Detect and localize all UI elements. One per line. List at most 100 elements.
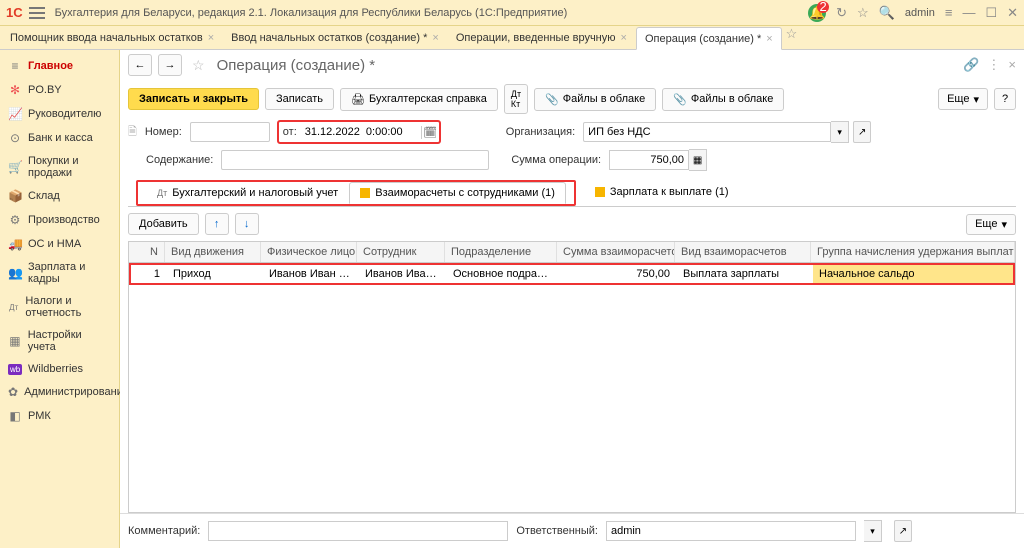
acct-ref-button[interactable]: 🖨 Бухгалтерская справка — [340, 88, 498, 111]
sidebar-item-label: Банк и касса — [28, 132, 93, 144]
col-type[interactable]: Вид взаиморасчетов — [675, 242, 811, 262]
content-input[interactable] — [221, 150, 489, 170]
help-button[interactable]: ? — [994, 88, 1016, 110]
user-label[interactable]: admin — [905, 7, 935, 19]
calendar-icon[interactable]: 🗓 — [421, 126, 439, 139]
sidebar-item-rmk[interactable]: ◧РМК — [0, 404, 119, 428]
sidebar-item-salary[interactable]: 👥Зарплата и кадры — [0, 256, 119, 290]
print-icon: 🖨 — [351, 93, 365, 106]
settings-icon[interactable]: ≡ — [945, 5, 953, 20]
cell-group[interactable]: Начальное сальдо — [813, 265, 1013, 283]
star-icon[interactable]: ☆ — [192, 57, 205, 74]
favorite-icon[interactable]: ☆ — [786, 26, 798, 49]
date-input[interactable] — [301, 123, 421, 141]
sidebar-item-bank[interactable]: ⊙Банк и касса — [0, 126, 119, 150]
history-icon[interactable]: ↻ — [836, 5, 847, 21]
search-icon[interactable]: 🔍 — [879, 5, 895, 21]
link-icon[interactable]: 🔗 — [963, 57, 979, 73]
minimize-icon[interactable]: — — [962, 5, 975, 20]
tab-close-icon[interactable]: × — [432, 32, 438, 44]
sidebar-item-poby[interactable]: ✻PO.BY — [0, 78, 119, 102]
sidebar-item-label: Склад — [28, 190, 60, 202]
bell-icon[interactable]: 🔔2 — [808, 4, 826, 22]
sidebar-item-label: Руководителю — [28, 108, 101, 120]
button-label: Файлы в облаке — [563, 93, 645, 105]
subtab-accounting[interactable]: ДтБухгалтерский и налоговый учет — [146, 182, 349, 204]
sidebar-item-label: Налоги и отчетность — [25, 295, 111, 319]
org-dropdown-button[interactable]: ▾ — [831, 121, 849, 143]
tab-manual[interactable]: Операции, введенные вручную× — [448, 26, 636, 49]
cloud-files-button-1[interactable]: 📎Файлы в облаке — [534, 88, 656, 111]
col-n[interactable]: N — [129, 242, 165, 262]
table-row[interactable]: 1 Приход Иванов Иван Ива... Иванов Иван … — [129, 263, 1015, 285]
sidebar-item-label: РМК — [28, 410, 51, 422]
star-icon[interactable]: ☆ — [857, 5, 869, 21]
col-employee[interactable]: Сотрудник — [357, 242, 445, 262]
more-label: Еще — [947, 93, 969, 105]
chevron-down-icon: ▾ — [973, 93, 979, 106]
resp-open-button[interactable]: ↗ — [894, 520, 912, 542]
responsible-input[interactable] — [606, 521, 856, 541]
sidebar-item-wb[interactable]: wbWildberries — [0, 358, 119, 380]
comment-label: Комментарий: — [128, 525, 200, 537]
save-close-button[interactable]: Записать и закрыть — [128, 88, 259, 110]
save-button[interactable]: Записать — [265, 88, 334, 110]
options-icon[interactable]: ⋮ — [987, 57, 1000, 73]
burger-icon[interactable] — [29, 7, 45, 19]
tab-helper[interactable]: Помощник ввода начальных остатков × — [2, 26, 223, 49]
maximize-icon[interactable]: ☐ — [985, 5, 997, 21]
sidebar-item-sales[interactable]: 🛒Покупки и продажи — [0, 150, 119, 184]
col-person[interactable]: Физическое лицо — [261, 242, 357, 262]
tab-close-icon[interactable]: × — [208, 32, 214, 44]
tab-label: Помощник ввода начальных остатков — [10, 32, 203, 44]
sidebar-item-admin[interactable]: ✿Администрирование — [0, 380, 119, 404]
cart-icon: 🛒 — [8, 160, 22, 174]
sum-input[interactable] — [609, 150, 689, 170]
sidebar-item-os[interactable]: 🚚ОС и НМА — [0, 232, 119, 256]
subtab-employees[interactable]: Взаиморасчеты с сотрудниками (1) — [349, 182, 566, 204]
close-panel-icon[interactable]: × — [1008, 57, 1016, 73]
col-group[interactable]: Группа начисления удержания выплаты — [811, 242, 1015, 262]
comment-input[interactable] — [208, 521, 508, 541]
nav-fwd-button[interactable]: → — [158, 54, 182, 76]
org-input[interactable] — [583, 122, 831, 142]
move-down-button[interactable]: ↓ — [235, 213, 259, 235]
tab-operation[interactable]: Операция (создание) *× — [636, 27, 782, 50]
grid-more-menu[interactable]: Еще▾ — [966, 214, 1016, 235]
more-menu[interactable]: Еще ▾ — [938, 88, 988, 110]
footer: Комментарий: Ответственный: ▾ ↗ — [120, 513, 1024, 548]
dtkt-button[interactable]: ДтКт — [504, 84, 528, 114]
poby-icon: ✻ — [8, 83, 22, 97]
resp-dropdown-button[interactable]: ▾ — [864, 520, 882, 542]
calc-button[interactable]: ▦ — [689, 149, 707, 171]
button-label: Записать — [276, 93, 323, 105]
subtab-payroll[interactable]: Зарплата к выплате (1) — [584, 178, 740, 206]
col-sum[interactable]: Сумма взаиморасчетов — [557, 242, 675, 262]
move-up-button[interactable]: ↑ — [205, 213, 229, 235]
subtab-label: Взаиморасчеты с сотрудниками (1) — [375, 187, 555, 199]
col-department[interactable]: Подразделение — [445, 242, 557, 262]
org-label: Организация: — [506, 126, 575, 138]
app-title: Бухгалтерия для Беларуси, редакция 2.1. … — [55, 7, 809, 19]
sidebar-item-prod[interactable]: ⚙Производство — [0, 208, 119, 232]
sidebar-item-main[interactable]: ≡Главное — [0, 54, 119, 78]
sidebar-item-taxes[interactable]: ДтНалоги и отчетность — [0, 290, 119, 324]
col-movement[interactable]: Вид движения — [165, 242, 261, 262]
close-icon[interactable]: ✕ — [1007, 5, 1018, 21]
org-open-button[interactable]: ↗ — [853, 121, 871, 143]
sidebar-item-label: Главное — [28, 60, 73, 72]
date-field[interactable]: от: 🗓 — [278, 121, 440, 143]
add-button[interactable]: Добавить — [128, 213, 199, 235]
nav-back-button[interactable]: ← — [128, 54, 152, 76]
number-input[interactable] — [190, 122, 270, 142]
square-icon — [360, 188, 370, 198]
sum-label: Сумма операции: — [511, 154, 601, 166]
tab-initial[interactable]: Ввод начальных остатков (создание) *× — [223, 26, 448, 49]
button-label: Бухгалтерская справка — [369, 93, 487, 105]
sidebar-item-settings[interactable]: ▦Настройки учета — [0, 324, 119, 358]
sidebar-item-manager[interactable]: 📈Руководителю — [0, 102, 119, 126]
tab-close-icon[interactable]: × — [621, 32, 627, 44]
sidebar-item-stock[interactable]: 📦Склад — [0, 184, 119, 208]
tab-close-icon[interactable]: × — [766, 33, 772, 45]
cloud-files-button-2[interactable]: 📎Файлы в облаке — [662, 88, 784, 111]
